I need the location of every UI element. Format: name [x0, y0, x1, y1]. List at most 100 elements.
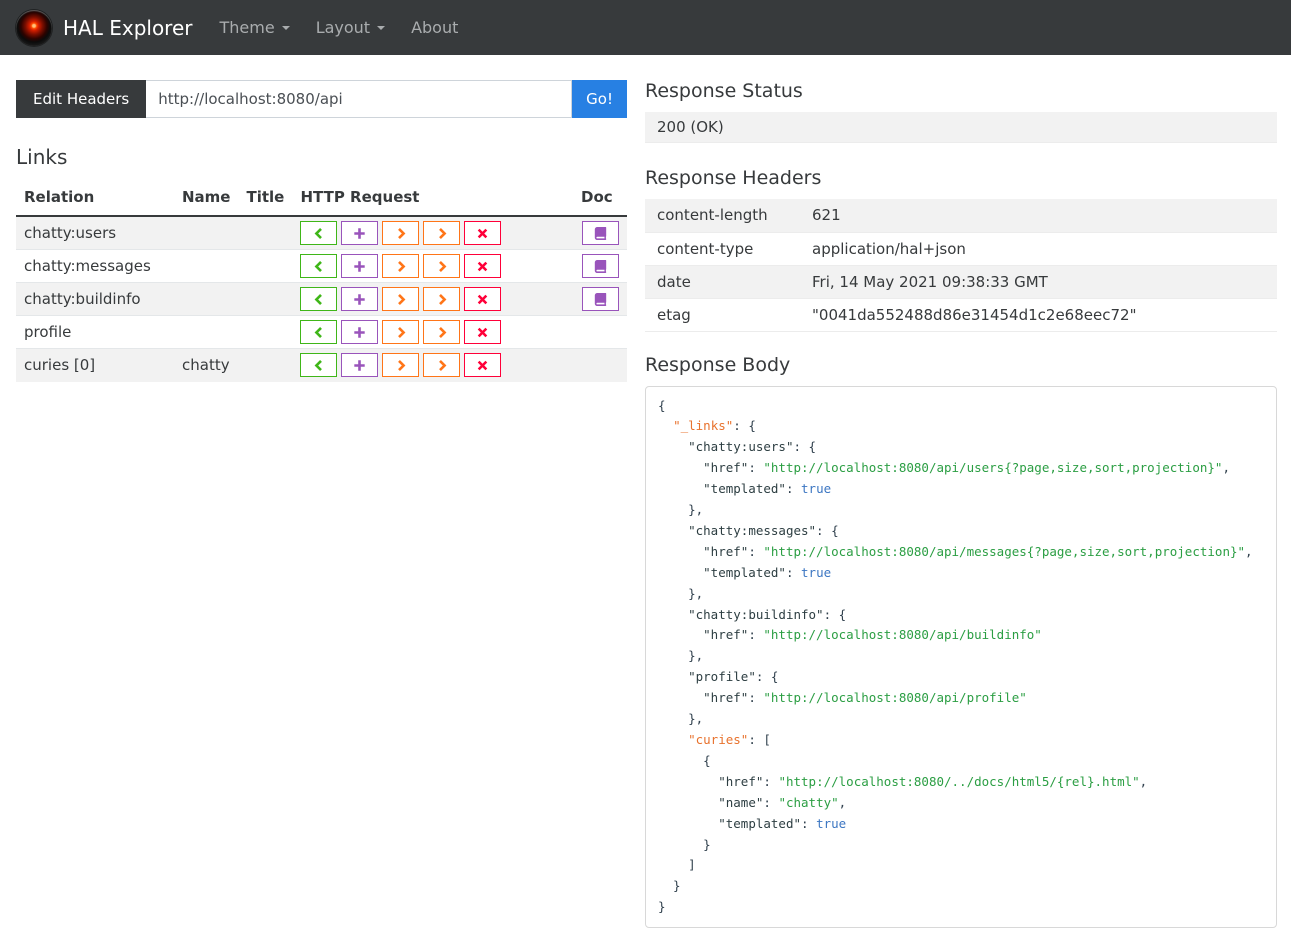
nav-links: Theme Layout About: [207, 10, 472, 45]
header-value: "0041da552488d86e31454d1c2e68eec72": [800, 298, 1277, 332]
name-cell: chatty: [174, 348, 239, 382]
response-headers-title: Response Headers: [645, 167, 822, 189]
header-name: content-type: [645, 232, 800, 266]
title-cell: [238, 249, 293, 283]
book-icon: [594, 292, 607, 306]
book-icon: [594, 226, 607, 240]
plus-icon: [353, 260, 366, 273]
http-request-cell: [292, 348, 573, 382]
hal-eye-logo-icon: [16, 9, 52, 46]
name-cell: [174, 315, 239, 349]
post-request-button[interactable]: [341, 353, 379, 378]
response-body-title: Response Body: [645, 353, 791, 376]
plus-icon: [353, 359, 366, 372]
name-cell: [174, 282, 239, 316]
delete-request-button[interactable]: [464, 221, 502, 245]
delete-request-button[interactable]: [464, 353, 502, 378]
response-status-title: Response Status: [645, 80, 803, 102]
post-request-button[interactable]: [341, 254, 379, 278]
book-icon: [594, 259, 607, 273]
get-request-button[interactable]: [300, 221, 338, 245]
doc-button[interactable]: [582, 254, 619, 278]
patch-request-button[interactable]: [423, 320, 461, 344]
put-request-button[interactable]: [382, 287, 420, 311]
doc-cell: [573, 215, 627, 250]
get-request-button[interactable]: [300, 353, 338, 378]
delete-request-button[interactable]: [464, 254, 502, 278]
chevron-right-icon: [436, 293, 448, 306]
column-header-http-request: HTTP Request: [292, 181, 573, 217]
title-cell: [238, 315, 293, 349]
put-request-button[interactable]: [382, 353, 420, 378]
nav-item-about-label: About: [411, 18, 459, 37]
nav-item-theme[interactable]: Theme: [207, 10, 303, 45]
link-row: chatty:buildinfo: [16, 282, 627, 316]
link-row: chatty:messages: [16, 249, 627, 283]
header-value: application/hal+json: [800, 232, 1277, 266]
x-icon: [477, 294, 488, 305]
chevron-right-icon: [436, 359, 448, 372]
column-header-relation: Relation: [16, 181, 174, 217]
chevron-left-icon: [313, 260, 325, 273]
doc-button[interactable]: [582, 287, 619, 311]
patch-request-button[interactable]: [423, 287, 461, 311]
response-header-row: content-type application/hal+json: [645, 232, 1277, 266]
doc-cell: [573, 282, 627, 316]
get-request-button[interactable]: [300, 254, 338, 278]
title-cell: [238, 282, 293, 316]
chevron-left-icon: [313, 326, 325, 339]
response-body-json: { "_links": { "chatty:users": { "href": …: [645, 385, 1277, 929]
response-panel: Response Status 200 (OK) Response Header…: [645, 80, 1277, 929]
put-request-button[interactable]: [382, 254, 420, 278]
chevron-right-icon: [436, 227, 448, 240]
url-input[interactable]: [146, 80, 573, 118]
chevron-left-icon: [313, 359, 325, 372]
x-icon: [477, 360, 488, 371]
post-request-button[interactable]: [341, 287, 379, 311]
http-request-cell: [292, 215, 573, 250]
link-row: curies [0] chatty: [16, 348, 627, 382]
patch-request-button[interactable]: [423, 221, 461, 245]
brand-title[interactable]: HAL Explorer: [63, 16, 193, 40]
delete-request-button[interactable]: [464, 287, 502, 311]
name-cell: [174, 249, 239, 283]
doc-button[interactable]: [582, 221, 619, 245]
response-header-row: date Fri, 14 May 2021 09:38:33 GMT: [645, 265, 1277, 299]
nav-item-about[interactable]: About: [398, 10, 471, 45]
nav-item-layout-label: Layout: [315, 18, 371, 37]
left-panel: Edit Headers Go! Links Relation Name Tit…: [16, 80, 627, 382]
links-section-title: Links: [16, 145, 68, 169]
edit-headers-button[interactable]: Edit Headers: [16, 80, 147, 118]
chevron-right-icon: [395, 227, 407, 240]
title-cell: [238, 348, 293, 382]
name-cell: [174, 215, 239, 250]
chevron-down-icon: [281, 25, 290, 30]
chevron-left-icon: [313, 293, 325, 306]
put-request-button[interactable]: [382, 221, 420, 245]
delete-request-button[interactable]: [464, 320, 502, 344]
get-request-button[interactable]: [300, 287, 338, 311]
patch-request-button[interactable]: [423, 254, 461, 278]
column-header-title: Title: [238, 181, 293, 217]
plus-icon: [353, 326, 366, 339]
response-header-row: etag "0041da552488d86e31454d1c2e68eec72": [645, 298, 1277, 332]
chevron-right-icon: [395, 260, 407, 273]
get-request-button[interactable]: [300, 320, 338, 344]
relation-cell: chatty:buildinfo: [16, 282, 174, 316]
x-icon: [477, 261, 488, 272]
chevron-right-icon: [395, 293, 407, 306]
http-request-cell: [292, 282, 573, 316]
go-button[interactable]: Go!: [572, 80, 627, 118]
post-request-button[interactable]: [341, 221, 379, 245]
column-header-doc: Doc: [573, 181, 627, 217]
x-icon: [477, 327, 488, 338]
header-value: 621: [800, 199, 1277, 233]
post-request-button[interactable]: [341, 320, 379, 344]
put-request-button[interactable]: [382, 320, 420, 344]
response-status-value: 200 (OK): [645, 112, 1277, 143]
patch-request-button[interactable]: [423, 353, 461, 378]
doc-cell: [573, 249, 627, 283]
chevron-right-icon: [436, 326, 448, 339]
nav-item-layout[interactable]: Layout: [303, 10, 398, 45]
http-request-cell: [292, 249, 573, 283]
